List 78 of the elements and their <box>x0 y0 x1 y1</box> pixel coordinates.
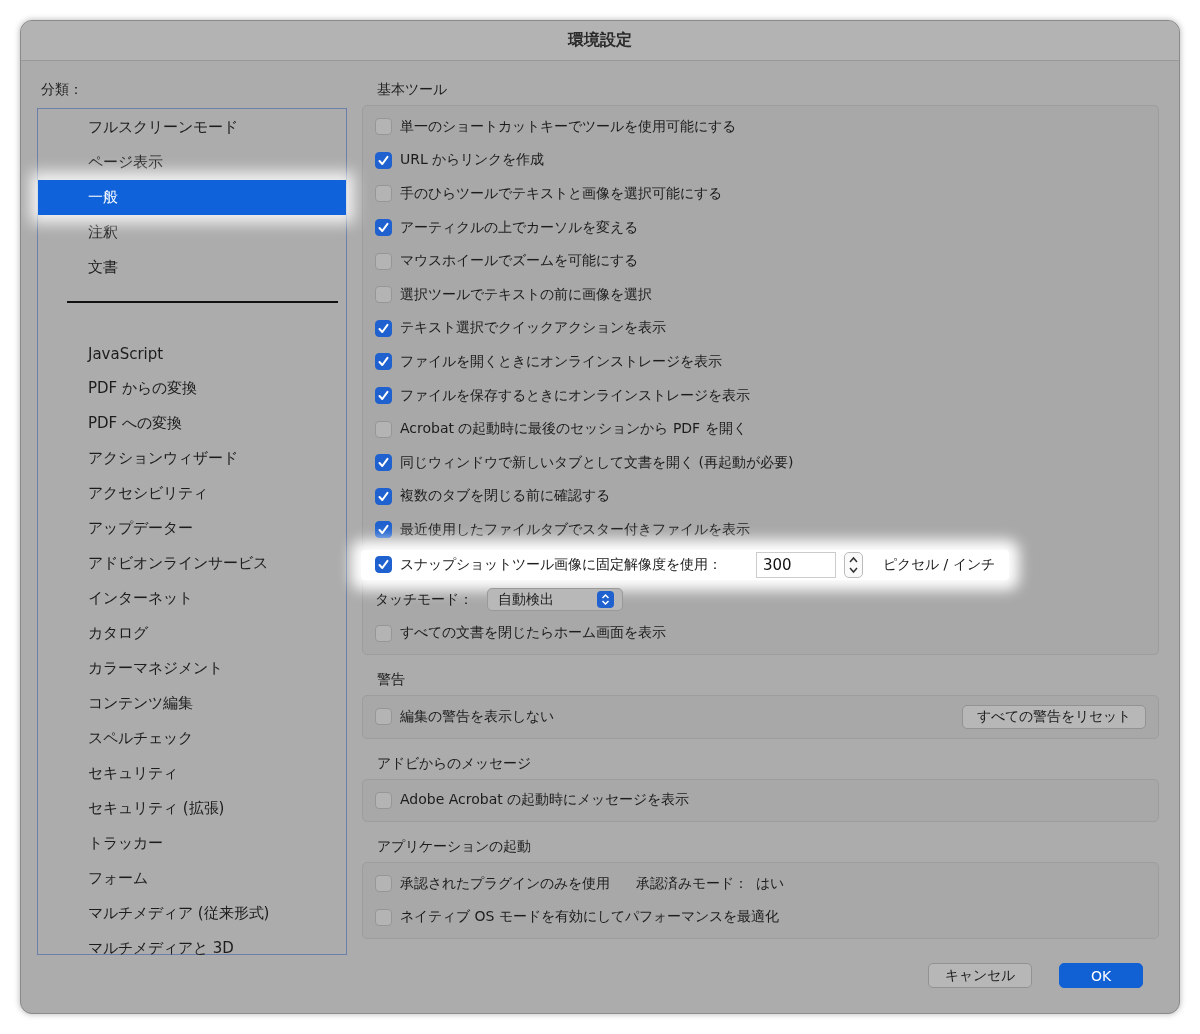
checkbox[interactable] <box>375 286 392 304</box>
option-label: ファイルを開くときにオンラインストレージを表示 <box>400 352 722 371</box>
checkbox[interactable] <box>375 219 392 237</box>
option-label: すべての文書を閉じたらホーム画面を表示 <box>400 624 666 643</box>
option-label: アーティクルの上でカーソルを変える <box>400 218 638 237</box>
chevron-icon <box>597 591 614 608</box>
option-label: ネイティブ OS モードを有効にしてパフォーマンスを最適化 <box>400 908 779 927</box>
category-item[interactable]: セキュリティ <box>38 756 346 791</box>
touch-mode-dropdown[interactable]: 自動検出 <box>487 588 623 611</box>
category-item[interactable]: トラッカー <box>38 826 346 861</box>
category-item[interactable]: インターネット <box>38 581 346 616</box>
checkbox[interactable] <box>375 875 392 893</box>
section-title: アプリケーションの起動 <box>377 838 532 857</box>
ok-button[interactable]: OK <box>1059 963 1143 989</box>
category-item[interactable]: ページ表示 <box>38 145 346 180</box>
category-item[interactable]: アクセシビリティ <box>38 476 346 511</box>
option-label: 編集の警告を表示しない <box>400 707 554 726</box>
checkbox[interactable] <box>375 556 392 574</box>
category-item[interactable]: マルチメディアと 3D <box>38 931 346 966</box>
option-label: Adobe Acrobat の起動時にメッセージを表示 <box>400 791 690 810</box>
resolution-field[interactable]: 300 <box>756 551 836 578</box>
unit-label: ピクセル / インチ <box>883 555 995 574</box>
option-label: 同じウィンドウで新しいタブとして文書を開く (再起動が必要) <box>400 453 794 472</box>
category-item[interactable]: スペルチェック <box>38 721 346 756</box>
checkbox[interactable] <box>375 708 392 726</box>
option-label: 単一のショートカットキーでツールを使用可能にする <box>400 117 736 136</box>
category-item[interactable]: アップデーター <box>38 511 346 546</box>
checkbox[interactable] <box>375 454 392 472</box>
option-label: テキスト選択でクイックアクションを表示 <box>400 319 666 338</box>
option-label: 承認されたプラグインのみを使用 <box>400 874 610 893</box>
mode-label: 承認済みモード： <box>636 874 748 893</box>
category-item[interactable]: PDF からの変換 <box>38 371 346 406</box>
category-item[interactable]: 文書 <box>38 250 346 285</box>
option-label: Acrobat の起動時に最後のセッションから PDF を開く <box>400 420 747 439</box>
checkbox[interactable] <box>375 521 392 539</box>
checkbox[interactable] <box>375 151 392 169</box>
category-item[interactable]: コンテンツ編集 <box>38 686 346 721</box>
checkbox[interactable] <box>375 909 392 926</box>
option-label: URL からリンクを作成 <box>400 151 545 170</box>
checkbox[interactable] <box>375 487 392 505</box>
category-item[interactable]: フルスクリーンモード <box>38 110 346 145</box>
checkbox[interactable] <box>375 420 392 438</box>
reset-warnings-button[interactable]: すべての警告をリセット <box>962 704 1146 729</box>
checkbox[interactable] <box>375 353 392 371</box>
checkbox[interactable] <box>375 185 392 203</box>
category-item[interactable]: カラーマネジメント <box>38 651 346 686</box>
section-title: 基本ツール <box>377 81 448 99</box>
window-title: 環境設定 <box>568 30 632 51</box>
checkbox[interactable] <box>375 252 392 270</box>
category-item[interactable]: フォーム <box>38 861 346 896</box>
category-item[interactable]: マルチメディア (従来形式) <box>38 896 346 931</box>
touch-mode-label: タッチモード： <box>375 590 473 609</box>
category-label: 分類： <box>41 81 84 99</box>
option-label: マウスホイールでズームを可能にする <box>400 252 638 271</box>
checkbox[interactable] <box>375 624 392 642</box>
category-item[interactable]: 一般 <box>38 180 346 215</box>
section-title: アドビからのメッセージ <box>377 754 532 773</box>
option-label: 手のひらツールでテキストと画像を選択可能にする <box>400 185 722 203</box>
option-label: スナップショットツール画像に固定解像度を使用： <box>400 555 722 574</box>
option-label: 選択ツールでテキストの前に画像を選択 <box>400 285 652 304</box>
cancel-button[interactable]: キャンセル <box>928 963 1032 989</box>
mode-value: はい <box>756 874 784 893</box>
category-item[interactable]: PDF への変換 <box>38 406 346 441</box>
category-item[interactable]: アクションウィザード <box>38 441 346 476</box>
option-label: 最近使用したファイルタブでスター付きファイルを表示 <box>400 520 750 539</box>
option-label: ファイルを保存するときにオンラインストレージを表示 <box>400 386 750 405</box>
checkbox[interactable] <box>375 319 392 337</box>
checkbox[interactable] <box>375 791 392 809</box>
category-item[interactable]: JavaScript <box>38 336 346 371</box>
category-item[interactable]: アドビオンラインサービス <box>38 546 346 581</box>
section-title: 警告 <box>377 670 406 689</box>
option-label: 複数のタブを閉じる前に確認する <box>400 487 610 506</box>
category-item[interactable]: 注釈 <box>38 215 346 250</box>
checkbox[interactable] <box>375 387 392 405</box>
category-item[interactable]: セキュリティ (拡張) <box>38 791 346 826</box>
stepper-icon[interactable] <box>844 551 863 578</box>
checkbox[interactable] <box>375 118 392 136</box>
category-item[interactable]: カタログ <box>38 616 346 651</box>
